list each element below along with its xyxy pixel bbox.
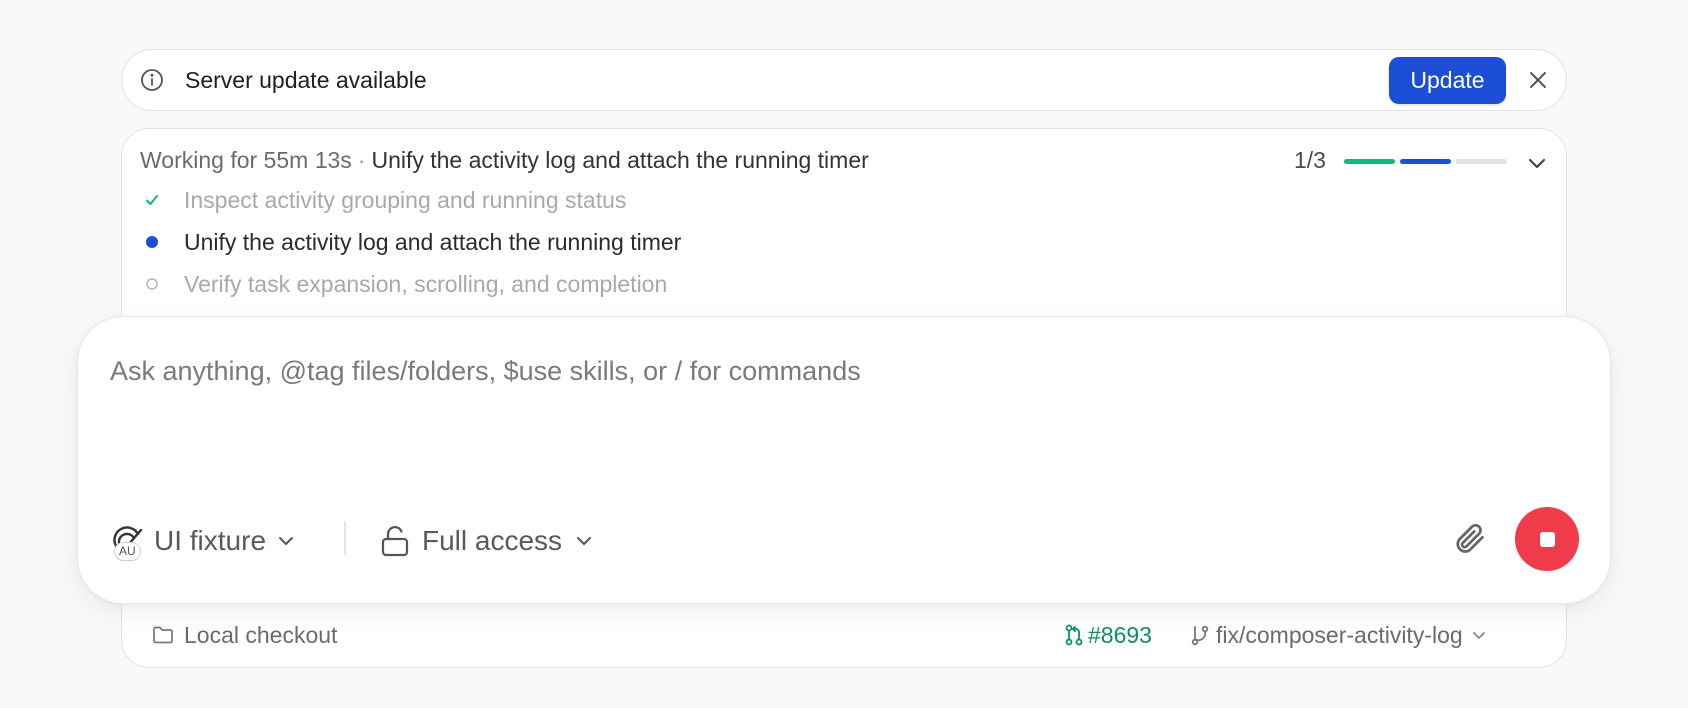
pull-request-icon xyxy=(1065,624,1083,646)
git-branch-icon xyxy=(1191,625,1209,646)
chevron-down-icon xyxy=(1472,632,1485,639)
progress-segment-2 xyxy=(1400,159,1451,164)
working-timer: Working for 55m 13s xyxy=(140,147,352,173)
branch-selector[interactable]: fix/composer-activity-log xyxy=(1190,620,1487,650)
location-selector[interactable]: Local checkout xyxy=(152,620,337,650)
banner-message: Server update available xyxy=(185,67,427,93)
stop-icon xyxy=(1539,531,1555,547)
step-label: Inspect activity grouping and running st… xyxy=(184,187,627,213)
branch-label: fix/composer-activity-log xyxy=(1216,621,1463,648)
model-icon: AU xyxy=(112,524,146,561)
model-label: UI fixture xyxy=(154,525,267,556)
update-banner: Server update available Update xyxy=(121,49,1567,111)
task-header[interactable]: Working for 55m 13s · Unify the activity l… xyxy=(140,145,869,175)
progress-segment-3 xyxy=(1456,159,1507,164)
app-root: Server update available Update Working f… xyxy=(0,0,1688,708)
pull-request-link[interactable]: #8693 xyxy=(1064,620,1152,650)
chevron-down-icon xyxy=(279,537,294,545)
close-icon[interactable] xyxy=(1526,68,1550,92)
access-label: Full access xyxy=(422,525,563,556)
unlock-icon xyxy=(381,526,409,557)
pr-number: #8693 xyxy=(1088,621,1152,648)
location-label: Local checkout xyxy=(184,621,338,648)
model-selector[interactable]: AU UI fixture xyxy=(112,521,296,561)
chevron-down-icon xyxy=(577,537,592,545)
chevron-down-icon[interactable] xyxy=(1525,151,1549,175)
step-label: Verify task expansion, scrolling, and co… xyxy=(184,271,668,297)
task-title: Unify the activity log and attach the ru… xyxy=(371,147,869,173)
model-badge: AU xyxy=(114,542,141,561)
prompt-input[interactable] xyxy=(110,356,1510,387)
info-icon xyxy=(141,69,163,91)
check-icon xyxy=(140,185,164,215)
composer: AU UI fixture Full access xyxy=(77,316,1611,604)
stop-button[interactable] xyxy=(1515,507,1579,571)
progress-bar xyxy=(1344,159,1507,164)
separator-dot: · xyxy=(357,147,366,173)
active-dot-icon xyxy=(140,227,164,257)
progress-segment-1 xyxy=(1344,159,1395,164)
step-label: Unify the activity log and attach the ru… xyxy=(184,229,682,255)
folder-icon xyxy=(153,626,173,644)
paperclip-icon[interactable] xyxy=(1451,520,1487,556)
toolbar-divider xyxy=(344,521,346,555)
access-selector[interactable]: Full access xyxy=(380,521,594,561)
pending-circle-icon xyxy=(140,269,164,299)
progress-count: 1/3 xyxy=(1294,147,1326,173)
update-button[interactable]: Update xyxy=(1389,57,1506,104)
